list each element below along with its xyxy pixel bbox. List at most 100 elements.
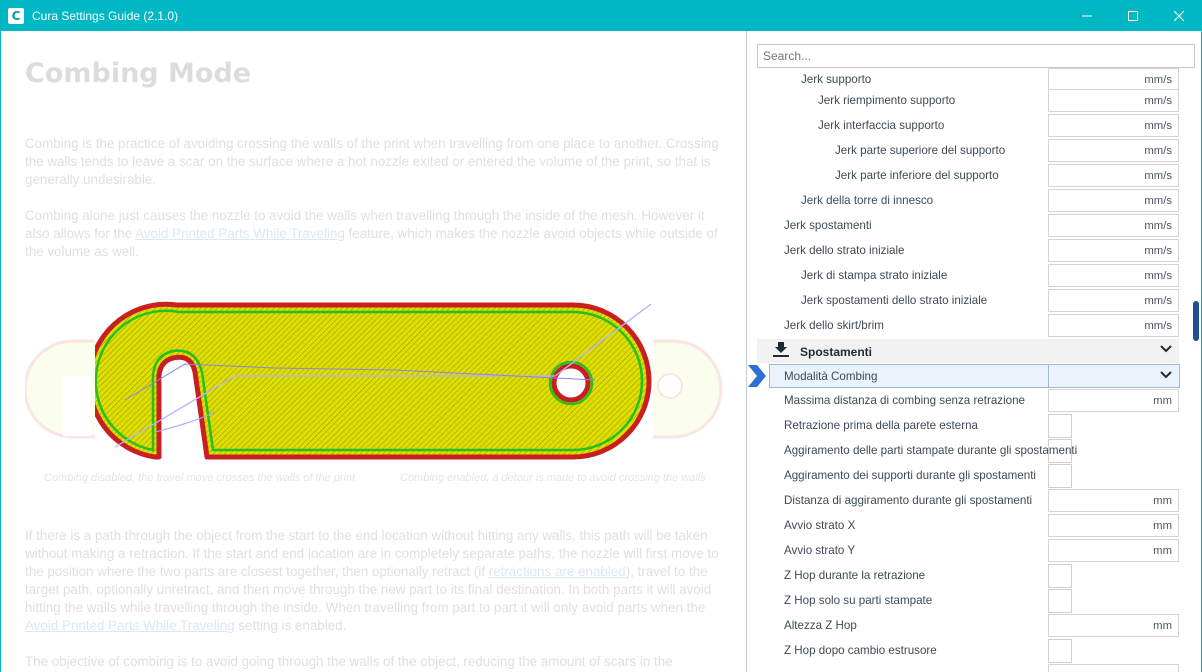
setting-label: Altezza Z Hop [784, 619, 857, 632]
setting-row-jerk-travel-layer-0[interactable]: Jerk spostamenti dello strato iniziale m… [747, 288, 1187, 313]
dropdown-separator [1048, 364, 1049, 388]
setting-row-jerk-support-infill[interactable]: Jerk riempimento supporto mm/s [747, 88, 1187, 113]
scrollbar-thumb[interactable] [1193, 301, 1199, 341]
settings-panel: Jerk supporto mm/s Jerk riempimento supp… [747, 31, 1201, 672]
setting-input[interactable]: mm/s [1048, 214, 1179, 237]
setting-label: Modalità Combing [784, 370, 878, 383]
setting-row-jerk-prime-tower[interactable]: Jerk della torre di innesco mm/s [747, 188, 1187, 213]
unit-label: mm/s [1144, 270, 1172, 282]
setting-label: Z Hop dopo cambio estrusore [784, 644, 937, 657]
setting-label: Jerk interfaccia supporto [818, 119, 945, 132]
combing-enabled-figure [95, 272, 653, 462]
setting-label: Z Hop durante la retrazione [784, 569, 926, 582]
setting-label: Jerk spostamenti [784, 219, 872, 232]
unit-label: mm/s [1144, 220, 1172, 232]
setting-row-jerk-travel[interactable]: Jerk spostamenti mm/s [747, 213, 1187, 238]
unit-label: mm/s [1144, 320, 1172, 332]
setting-input[interactable]: mm/s [1048, 289, 1179, 312]
setting-input[interactable]: mm/s [1048, 314, 1179, 337]
window-controls [1064, 0, 1202, 31]
setting-label: Massima distanza di combing senza retraz… [784, 394, 1026, 407]
setting-label: Jerk parte superiore del supporto [835, 144, 1006, 157]
search-input[interactable] [757, 44, 1195, 68]
setting-label: Aggiramento dei supporti durante gli spo… [784, 469, 1036, 482]
setting-label: Avvio strato Y [784, 544, 856, 557]
setting-row-avoid-printed-parts[interactable]: Aggiramento delle parti stampate durante… [747, 438, 1187, 463]
unit-label: mm/s [1144, 245, 1172, 257]
chevron-down-icon[interactable] [1159, 370, 1173, 380]
setting-checkbox[interactable] [1048, 439, 1072, 463]
article-title: Combing Mode [25, 58, 252, 89]
caption-combing-enabled: Combing enabled, a detour is made to avo… [400, 472, 706, 484]
setting-input[interactable]: mm [1048, 389, 1179, 412]
setting-label: Aggiramento delle parti stampate durante… [784, 444, 1078, 457]
maximize-icon [1128, 10, 1138, 21]
setting-row-jerk-layer-0[interactable]: Jerk dello strato iniziale mm/s [747, 238, 1187, 263]
setting-row-z-hop-only-printed[interactable]: Z Hop solo su parti stampate [747, 588, 1187, 613]
retractions-enabled-link[interactable]: retractions are enabled [489, 564, 626, 579]
setting-input[interactable]: mm [1048, 514, 1179, 537]
setting-input[interactable]: mm/s [1048, 264, 1179, 287]
setting-row-avoid-distance[interactable]: Distanza di aggiramento durante gli spos… [747, 488, 1187, 513]
setting-row-z-hop-extruder-switch[interactable]: Z Hop dopo cambio estrusore [747, 638, 1187, 663]
setting-row-jerk-support-roof[interactable]: Jerk parte superiore del supporto mm/s [747, 138, 1187, 163]
setting-label: Retrazione prima della parete esterna [784, 419, 978, 432]
minimize-button[interactable] [1064, 0, 1110, 31]
setting-label: Distanza di aggiramento durante gli spos… [784, 494, 1033, 507]
setting-checkbox[interactable] [1048, 464, 1072, 488]
active-setting-pointer-icon [748, 365, 766, 387]
setting-label: Jerk dello strato iniziale [784, 244, 905, 257]
unit-label: mm [1153, 620, 1172, 632]
article-pane[interactable]: Combing Mode Combing is the practice of … [1, 31, 746, 672]
setting-label: Jerk della torre di innesco [801, 194, 934, 207]
setting-checkbox[interactable] [1048, 414, 1072, 438]
setting-row-z-hop-height[interactable]: Altezza Z Hop mm [747, 613, 1187, 638]
avoid-printed-parts-link-2[interactable]: Avoid Printed Parts While Traveling [25, 618, 235, 633]
setting-input[interactable]: mm/s [1048, 139, 1179, 162]
unit-label: mm/s [1144, 195, 1172, 207]
unit-label: mm [1153, 495, 1172, 507]
setting-input[interactable]: mm [1048, 539, 1179, 562]
setting-row-jerk-print-layer-0[interactable]: Jerk di stampa strato iniziale mm/s [747, 263, 1187, 288]
setting-checkbox[interactable] [1048, 564, 1072, 588]
setting-checkbox[interactable] [1048, 589, 1072, 613]
setting-input[interactable]: mm/s [1048, 114, 1179, 137]
setting-input[interactable]: mm [1048, 614, 1179, 637]
unit-label: mm [1153, 395, 1172, 407]
unit-label: mm/s [1144, 295, 1172, 307]
article-paragraph-2: Combing alone just causes the nozzle to … [25, 207, 725, 261]
setting-row-avoid-supports[interactable]: Aggiramento dei supporti durante gli spo… [747, 463, 1187, 488]
setting-input[interactable] [1048, 664, 1179, 672]
settings-list: Jerk supporto mm/s Jerk riempimento supp… [747, 31, 1201, 672]
article-paragraph-1: Combing is the practice of avoiding cros… [25, 136, 719, 187]
setting-row-jerk-support-bottom[interactable]: Jerk parte inferiore del supporto mm/s [747, 163, 1187, 188]
setting-row-combing-mode[interactable]: Modalità Combing [769, 364, 1180, 388]
avoid-printed-parts-link[interactable]: Avoid Printed Parts While Traveling [135, 226, 345, 241]
article-paragraph-3: If there is a path through the object fr… [25, 527, 725, 635]
setting-row-z-hop-retraction[interactable]: Z Hop durante la retrazione [747, 563, 1187, 588]
setting-input[interactable]: mm/s [1048, 189, 1179, 212]
maximize-button[interactable] [1110, 0, 1156, 31]
scrollbar-track[interactable] [1191, 39, 1201, 672]
close-button[interactable] [1156, 0, 1202, 31]
setting-input[interactable]: mm/s [1048, 89, 1179, 112]
setting-row-partial[interactable] [747, 663, 1187, 672]
caption-combing-disabled: Combing disabled, the travel move crosse… [44, 472, 356, 484]
setting-input[interactable]: mm/s [1048, 164, 1179, 187]
category-travel-header[interactable]: Spostamenti [757, 339, 1179, 363]
setting-row-retract-before-outer-wall[interactable]: Retrazione prima della parete esterna [747, 413, 1187, 438]
unit-label: mm/s [1144, 170, 1172, 182]
setting-row-jerk-support-interface[interactable]: Jerk interfaccia supporto mm/s [747, 113, 1187, 138]
setting-row-combing-max-distance[interactable]: Massima distanza di combing senza retraz… [747, 388, 1187, 413]
setting-row-layer-start-x[interactable]: Avvio strato X mm [747, 513, 1187, 538]
setting-input[interactable]: mm [1048, 489, 1179, 512]
setting-label: Z Hop solo su parti stampate [784, 594, 933, 607]
setting-label: Jerk dello skirt/brim [784, 319, 884, 332]
setting-row-jerk-skirt-brim[interactable]: Jerk dello skirt/brim mm/s [747, 313, 1187, 338]
setting-input[interactable]: mm/s [1048, 239, 1179, 262]
unit-label: mm [1153, 545, 1172, 557]
setting-row-layer-start-y[interactable]: Avvio strato Y mm [747, 538, 1187, 563]
setting-checkbox[interactable] [1048, 639, 1072, 663]
setting-label: Avvio strato X [784, 519, 856, 532]
article-paragraph-4: The objective of combing is to avoid goi… [25, 654, 673, 669]
